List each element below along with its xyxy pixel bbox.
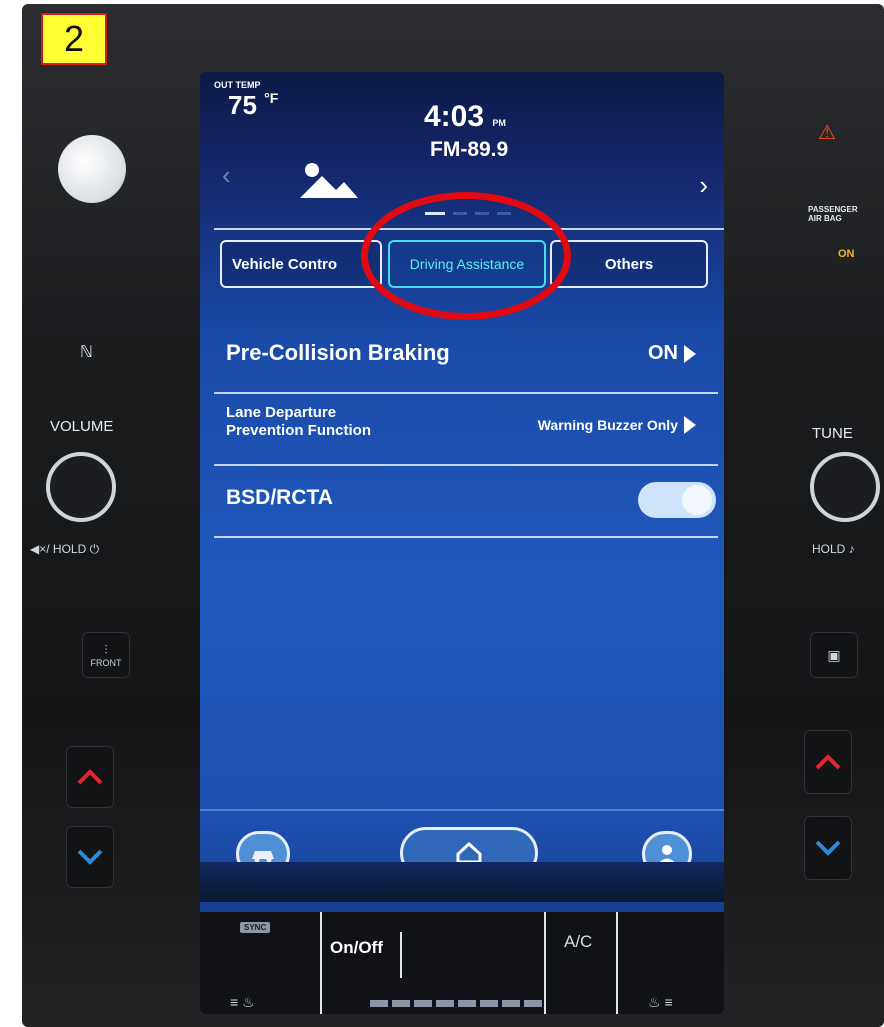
passenger-airbag-label: PASSENGER AIR BAG xyxy=(808,205,858,223)
out-temp: 75 °F xyxy=(228,90,278,121)
divider xyxy=(214,464,718,466)
tune-knob[interactable] xyxy=(810,452,880,522)
fan-speed-bar[interactable] xyxy=(370,1000,546,1007)
lane-departure-value-button[interactable]: Warning Buzzer Only xyxy=(538,416,696,434)
rear-defrost-button[interactable]: ▣ xyxy=(810,632,858,678)
car-icon xyxy=(252,851,274,863)
previous-page-chevron-icon[interactable]: ‹ xyxy=(222,160,231,191)
step-number-badge: 2 xyxy=(41,13,107,65)
temp-up-right-button[interactable] xyxy=(804,730,852,794)
climate-panel: SYNC On/Off A/C ≡ ♨ ♨ ≡ xyxy=(200,912,724,1014)
divider xyxy=(214,536,718,538)
seat-heat-right-icon[interactable]: ♨ ≡ xyxy=(648,994,673,1011)
radio-station: FM-89.9 xyxy=(430,138,509,161)
front-defrost-button[interactable]: ⫶ FRONT xyxy=(82,632,130,678)
lane-departure-label-line2: Prevention Function xyxy=(226,422,372,439)
pre-collision-value-button[interactable]: ON xyxy=(648,342,696,365)
skyline-decoration xyxy=(200,862,724,902)
volume-knob[interactable] xyxy=(46,452,116,522)
climate-divider xyxy=(320,912,322,1014)
defrost-label: FRONT xyxy=(90,657,122,668)
clock-time: 4:03 xyxy=(424,100,485,133)
divider xyxy=(214,392,718,394)
play-arrow-icon xyxy=(684,416,696,434)
ac-button[interactable]: A/C xyxy=(564,932,592,952)
temp-down-right-button[interactable] xyxy=(804,816,852,880)
toggle-knob xyxy=(682,485,712,515)
tune-label: TUNE xyxy=(812,425,853,442)
climate-divider xyxy=(544,912,546,1014)
defrost-icon: ⫶ xyxy=(104,642,108,657)
climate-divider xyxy=(616,912,618,1014)
rear-defrost-icon: ▣ xyxy=(827,646,841,663)
seatbelt-warning-icon: ⚠ xyxy=(818,122,836,144)
play-arrow-icon xyxy=(684,344,696,363)
chevron-up-icon xyxy=(815,754,841,770)
out-temp-unit: °F xyxy=(264,90,279,106)
dock-divider xyxy=(200,809,724,811)
chevron-down-icon xyxy=(815,840,841,856)
volume-label: VOLUME xyxy=(50,418,114,435)
airbag-status: ON xyxy=(838,248,855,260)
pre-collision-label: Pre-Collision Braking xyxy=(226,340,450,365)
climate-on-off[interactable]: On/Off xyxy=(330,938,383,958)
power-knob[interactable] xyxy=(58,135,126,203)
chevron-up-icon xyxy=(77,769,103,785)
lane-departure-label: Lane Departure Prevention Function xyxy=(226,404,371,440)
clock-ampm: PM xyxy=(492,118,506,128)
out-temp-value: 75 xyxy=(228,90,257,120)
chevron-down-icon xyxy=(77,849,103,865)
nfc-icon: ℕ xyxy=(80,344,93,361)
climate-divider xyxy=(400,932,402,978)
highlight-ring xyxy=(361,192,571,320)
next-page-chevron-icon[interactable]: › xyxy=(699,170,708,201)
temp-down-left-button[interactable] xyxy=(66,826,114,888)
lane-departure-label-line1: Lane Departure xyxy=(226,404,337,421)
tab-vehicle-control[interactable]: Vehicle Contro xyxy=(220,240,382,288)
bsd-rcta-toggle[interactable] xyxy=(638,482,716,518)
lane-departure-value: Warning Buzzer Only xyxy=(537,417,678,433)
mountain-icon xyxy=(300,163,358,198)
out-temp-label: OUT TEMP xyxy=(214,80,261,90)
sync-badge[interactable]: SYNC xyxy=(240,922,271,933)
tune-hold-label: HOLD ♪ xyxy=(812,542,855,556)
bsd-rcta-label: BSD/RCTA xyxy=(226,486,333,509)
seat-heat-left-icon[interactable]: ≡ ♨ xyxy=(230,994,255,1011)
volume-hold-label: ◀×/ HOLD ⏻ xyxy=(30,542,100,556)
clock: 4:03 PM xyxy=(424,100,506,134)
tab-others[interactable]: Others xyxy=(550,240,708,288)
temp-up-left-button[interactable] xyxy=(66,746,114,808)
pre-collision-value: ON xyxy=(648,342,678,364)
home-icon xyxy=(456,842,482,864)
